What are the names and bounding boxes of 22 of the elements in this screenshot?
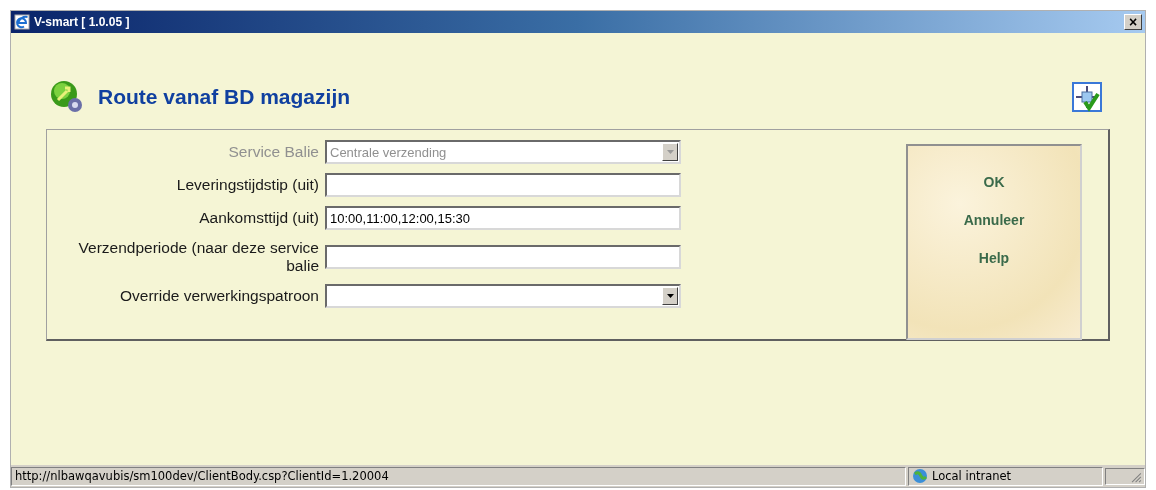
action-button[interactable]: Annuleer [959,210,1029,230]
window-title: V-smart [ 1.0.05 ] [34,15,131,29]
field-label: Service Balie [227,143,319,161]
input-field[interactable] [325,173,681,197]
resize-grip-icon[interactable] [1105,467,1145,485]
action-button[interactable]: Help [974,248,1014,268]
close-button[interactable]: × [1124,14,1142,30]
move-check-icon[interactable] [1072,82,1102,112]
input-field[interactable]: 10:00,11:00,12:00,15:30 [325,206,681,230]
wrench-gear-icon [50,80,84,114]
zone-label: Local intranet [932,469,1012,483]
field-label: Leveringstijdstip (uit) [175,176,319,194]
action-button[interactable]: OK [979,172,1009,192]
field-label: Override verwerkingspatroon [119,287,319,305]
status-url: http://nlbawqavubis/sm100dev/ClientBody.csp?ClientId=1.20004 [11,466,906,486]
field-label: Aankomsttijd (uit) [198,209,319,227]
page-title: Route vanaf BD magazijn [98,85,352,109]
field-label: Verzendperiode (naar deze service balie [77,239,319,275]
input-field[interactable] [325,245,681,269]
browser-icon [14,14,30,30]
globe-icon [912,468,928,484]
dropdown[interactable] [325,284,681,308]
